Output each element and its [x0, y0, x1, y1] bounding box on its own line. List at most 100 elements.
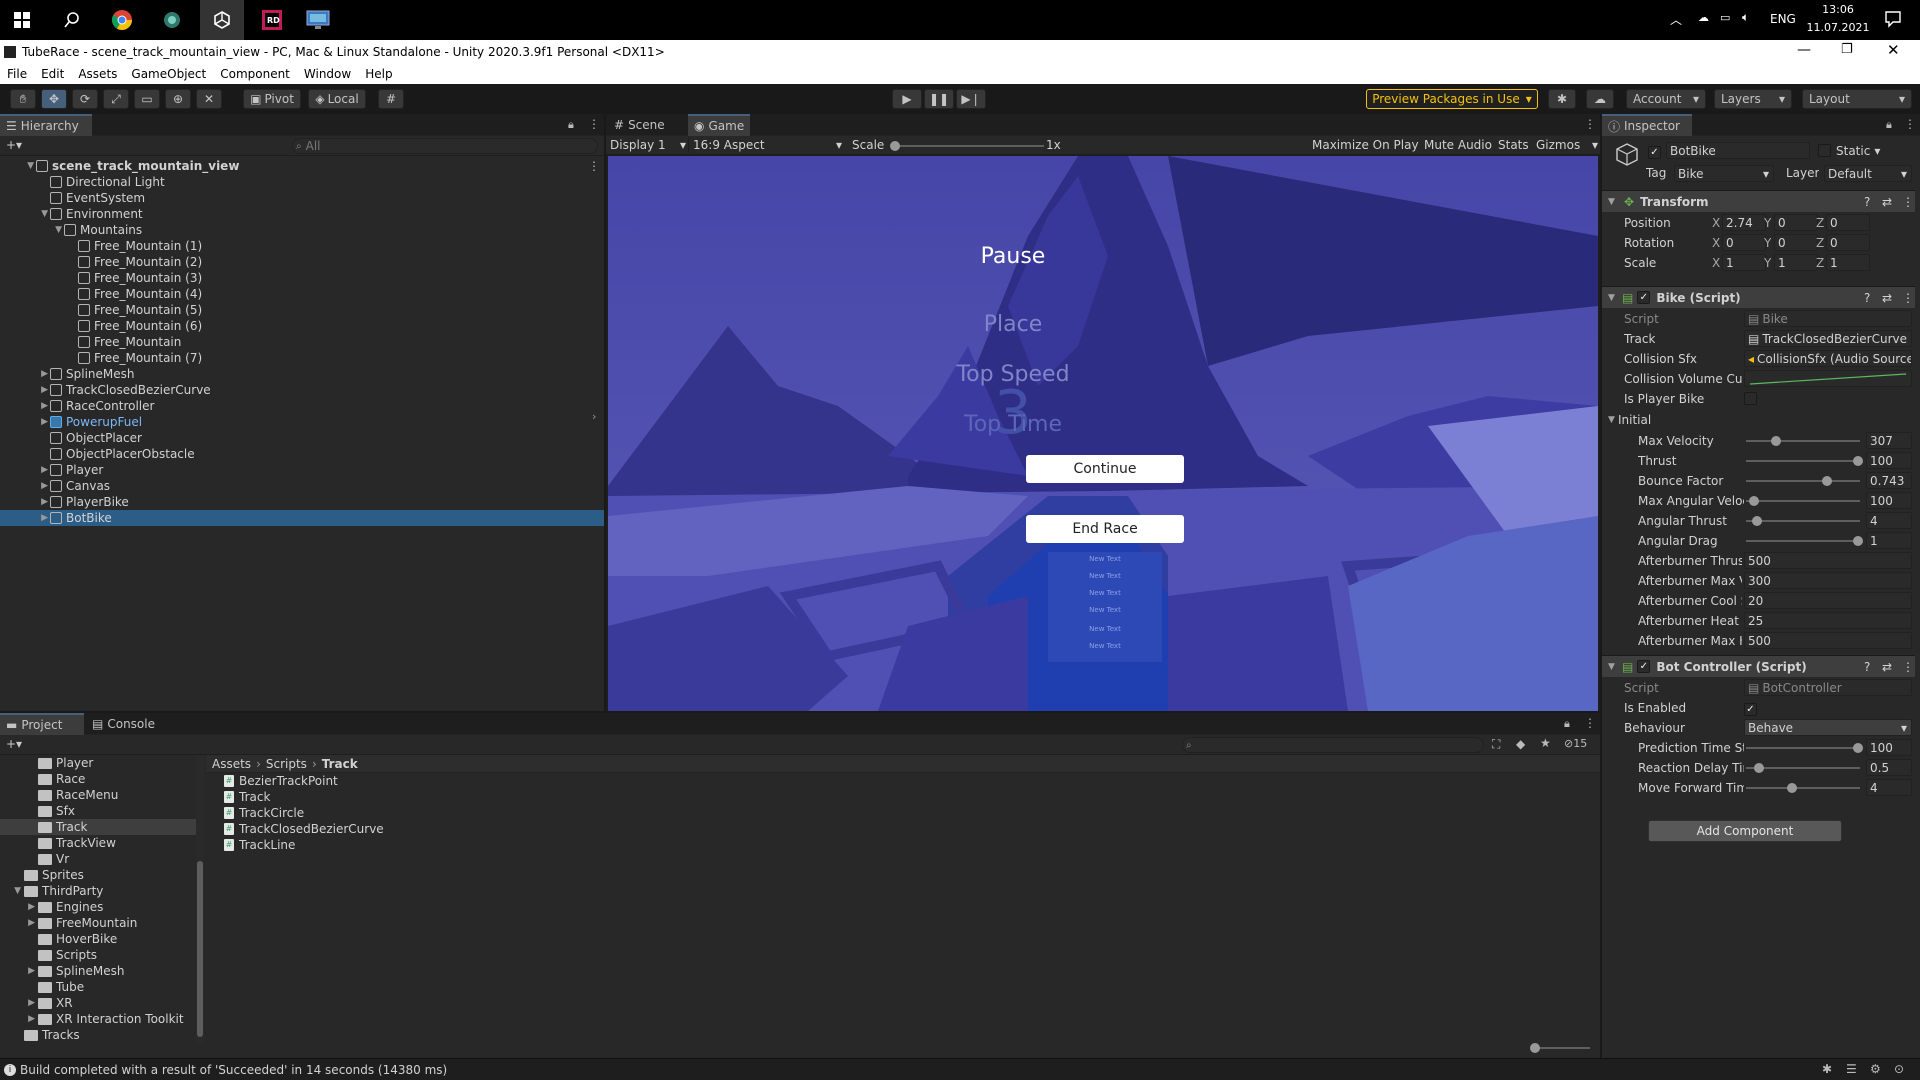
transform-rotation-y-field[interactable]: 0 [1774, 234, 1818, 251]
status-message[interactable]: Build completed with a result of 'Succee… [20, 1063, 447, 1077]
hierarchy-row[interactable]: ▼ Mountains [0, 222, 604, 238]
bot-controller-header[interactable]: ▼ ▤ ✓ Bot Controller (Script) ? ⇄ ⋮ [1602, 655, 1915, 677]
help-icon[interactable]: ? [1864, 291, 1870, 305]
hierarchy-row[interactable]: Free_Mountain (1) [0, 238, 604, 254]
tab-project[interactable]: ▬ Project [0, 713, 84, 735]
search-icon[interactable] [56, 4, 88, 36]
hierarchy-row[interactable]: Free_Mountain (5) [0, 302, 604, 318]
debug-icon[interactable]: ☰ [1846, 1062, 1857, 1076]
layers-dropdown[interactable]: Layers ▾ [1714, 89, 1792, 109]
chevron-right-icon[interactable]: › [592, 410, 596, 423]
help-icon[interactable]: ? [1864, 660, 1870, 674]
transform-scale-y-field[interactable]: 1 [1774, 254, 1818, 271]
app-icon[interactable] [156, 4, 188, 36]
hierarchy-row[interactable]: Free_Mountain (7) [0, 350, 604, 366]
number-field[interactable]: 300 [1744, 572, 1912, 589]
local-toggle[interactable]: ◈ Local [308, 89, 366, 109]
number-field[interactable]: 500 [1744, 552, 1912, 569]
hierarchy-row[interactable]: ▼ Environment [0, 206, 604, 222]
clock-date[interactable]: 11.07.2021 [1804, 21, 1872, 34]
slider-knob[interactable] [1853, 743, 1863, 753]
slider-knob[interactable] [1748, 496, 1759, 506]
menu-assets[interactable]: Assets [71, 67, 124, 81]
project-folder-row[interactable]: ▶ FreeMountain [0, 915, 196, 931]
grid-snap-icon[interactable]: # [378, 89, 404, 109]
project-file-row[interactable]: # TrackCircle [224, 805, 304, 821]
number-field[interactable]: 500 [1744, 632, 1912, 649]
account-dropdown[interactable]: Account ▾ [1626, 89, 1706, 109]
hierarchy-row[interactable]: Free_Mountain (4) [0, 286, 604, 302]
project-search-input[interactable]: ⌕ [1182, 737, 1484, 753]
kebab-menu-icon[interactable]: ⋮ [1904, 117, 1916, 131]
preview-packages-button[interactable]: Preview Packages in Use ▾ [1366, 89, 1538, 109]
project-file-row[interactable]: # TrackClosedBezierCurve [224, 821, 384, 837]
project-folder-row[interactable]: ▶Packages [0, 1043, 196, 1045]
object-name-field[interactable]: BotBike [1666, 142, 1810, 159]
rotate-tool-icon[interactable]: ⟳ [72, 89, 98, 109]
project-folder-row[interactable]: Sprites [0, 867, 196, 883]
zoom-slider-knob[interactable] [1530, 1043, 1540, 1053]
preset-icon[interactable]: ⇄ [1882, 291, 1892, 305]
end-race-button[interactable]: End Race [1026, 515, 1184, 543]
menu-window[interactable]: Window [297, 67, 358, 81]
preset-icon[interactable]: ⇄ [1882, 660, 1892, 674]
kebab-menu-icon[interactable]: ⋮ [1902, 195, 1914, 209]
collision-sfx-field[interactable]: ◂ CollisionSfx (Audio Source) [1744, 350, 1912, 367]
bug-icon[interactable]: ⚙ [1870, 1062, 1881, 1076]
transform-header[interactable]: ▼ ✥ Transform ? ⇄ ⋮ [1602, 190, 1915, 212]
play-button[interactable]: ▶ [892, 89, 922, 109]
transform-position-z-field[interactable]: 0 [1826, 214, 1870, 231]
slider-track[interactable] [1746, 460, 1860, 462]
close-icon[interactable]: ✕ [1887, 41, 1900, 59]
tab-console[interactable]: ▤ Console [86, 713, 161, 735]
tree-scrollbar[interactable] [196, 755, 204, 1045]
scale-slider-knob[interactable] [890, 141, 900, 151]
restore-icon[interactable]: ❐ [1841, 42, 1853, 57]
language-indicator[interactable]: ENG [1770, 12, 1796, 26]
lock-icon[interactable]: 🔒︎ [1886, 118, 1892, 132]
project-folder-row[interactable]: Race [0, 771, 196, 787]
search-type-icon[interactable]: ⛶ [1492, 737, 1500, 752]
slider-track[interactable] [1746, 440, 1860, 442]
transform-scale-z-field[interactable]: 1 [1826, 254, 1870, 271]
lock-icon[interactable]: 🔒︎ [568, 118, 574, 132]
project-file-row[interactable]: # TrackLine [224, 837, 295, 853]
hierarchy-row[interactable]: EventSystem [0, 190, 604, 206]
project-file-row[interactable]: # BezierTrackPoint [224, 773, 338, 789]
hierarchy-row[interactable]: ObjectPlacerObstacle [0, 446, 604, 462]
project-folder-row[interactable]: Scripts [0, 947, 196, 963]
initial-foldout[interactable]: ▼ Initial [1608, 412, 1651, 428]
breadcrumb-track[interactable]: Track [322, 757, 358, 771]
menu-file[interactable]: File [0, 67, 34, 81]
label-icon[interactable]: ◆ [1516, 737, 1525, 751]
slider-knob[interactable] [1853, 456, 1863, 466]
project-folder-row[interactable]: Player [0, 755, 196, 771]
project-folder-row[interactable]: ▶ Engines [0, 899, 196, 915]
game-viewport[interactable]: Pause Place 3 Top Speed Top Time Continu… [608, 156, 1598, 711]
tab-scene[interactable]: # Scene [608, 114, 671, 136]
kebab-menu-icon[interactable]: ⋮ [1902, 660, 1914, 674]
slider-value-field[interactable]: 100 [1866, 492, 1912, 509]
hierarchy-row[interactable]: Free_Mountain [0, 334, 604, 350]
behaviour-dropdown[interactable]: Behave ▾ [1744, 719, 1912, 736]
aspect-dropdown[interactable]: 16:9 Aspect ▾ [688, 137, 842, 153]
hierarchy-row[interactable]: Free_Mountain (3) [0, 270, 604, 286]
static-dropdown[interactable]: Static ▾ [1836, 143, 1916, 159]
custom-tool-icon[interactable]: ✕ [196, 89, 222, 109]
minimize-icon[interactable]: — [1797, 42, 1811, 58]
tab-inspector[interactable]: ⓘ Inspector [1602, 114, 1692, 136]
gizmos-dropdown[interactable]: Gizmos ▾ [1536, 137, 1598, 153]
slider-track[interactable] [1746, 747, 1860, 749]
hierarchy-row[interactable]: ▶ BotBike [0, 510, 604, 526]
slider-value-field[interactable]: 4 [1866, 512, 1912, 529]
menu-gameobject[interactable]: GameObject [124, 67, 213, 81]
menu-help[interactable]: Help [358, 67, 399, 81]
tag-dropdown[interactable]: Bike ▾ [1674, 165, 1774, 182]
bot-enabled-checkbox[interactable]: ✓ [1637, 660, 1651, 673]
slider-value-field[interactable]: 307 [1866, 432, 1912, 449]
project-folder-row[interactable]: Vr [0, 851, 196, 867]
project-folder-row[interactable]: Sfx [0, 803, 196, 819]
help-icon[interactable]: ? [1864, 195, 1870, 209]
project-folder-row[interactable]: ▶ SplineMesh [0, 963, 196, 979]
rect-tool-icon[interactable]: ▭ [134, 89, 160, 109]
